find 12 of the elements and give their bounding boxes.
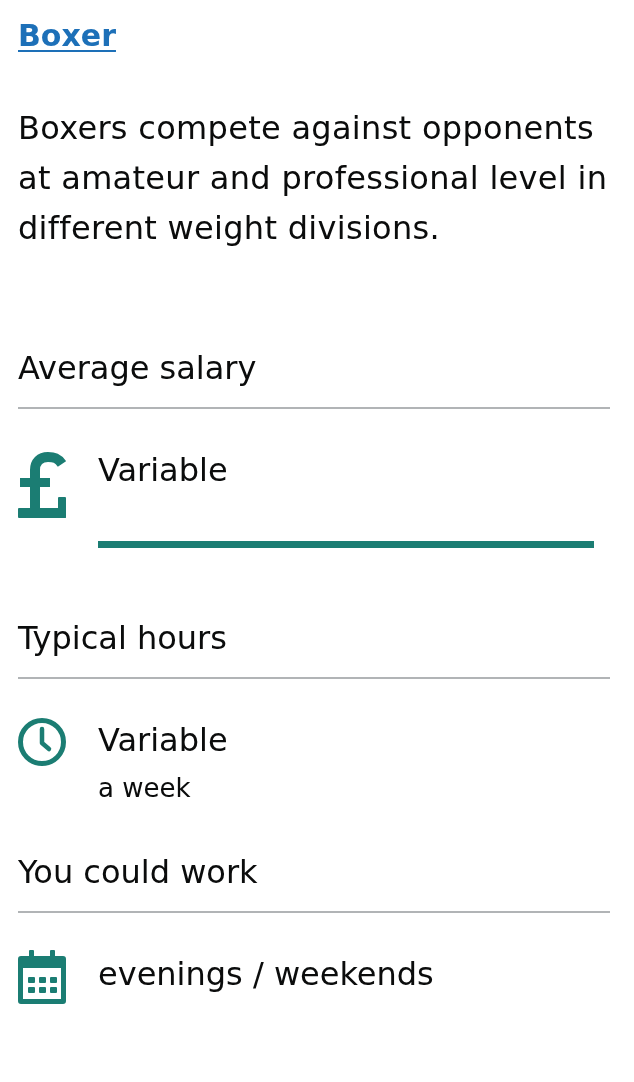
section-heading: You could work bbox=[18, 852, 610, 913]
work-times-value: evenings / weekends bbox=[98, 954, 435, 994]
pound-icon bbox=[18, 452, 66, 518]
hours-value: Variable bbox=[98, 720, 229, 760]
job-title-link[interactable]: Boxer bbox=[18, 16, 116, 56]
calendar-icon bbox=[18, 950, 66, 1004]
salary-value: Variable bbox=[98, 450, 229, 490]
clock-icon bbox=[18, 718, 66, 766]
section-heading: Typical hours bbox=[18, 618, 610, 679]
job-summary: Boxers compete against opponents at amateur and professional level in different weight divisions. bbox=[18, 108, 609, 249]
section-heading: Average salary bbox=[18, 348, 610, 409]
hours-unit: a week bbox=[98, 773, 192, 803]
